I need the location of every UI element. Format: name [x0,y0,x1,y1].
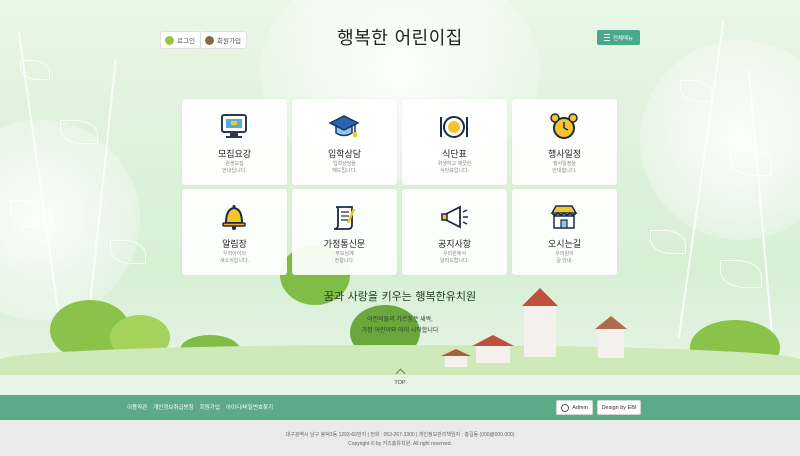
site-title[interactable]: 행복한 어린이집 [0,24,800,50]
card-desc: 위생하고 깨끗한 식단표입니다. [437,161,472,174]
card-desc: 원생모집 안내입니다. [222,161,247,174]
card-desc: 우리원의 길 안내. [555,251,574,264]
card-title: 가정통신문 [323,240,366,250]
card-title: 모집요강 [217,150,252,160]
megaphone-icon [441,205,468,229]
hamburger-icon [603,34,610,41]
design-by-button[interactable]: Design by EBI [597,400,641,415]
all-menu-label: 전체메뉴 [612,35,634,42]
card-desc: 입학상담을 해드립니다. [332,161,357,174]
card-newsletter[interactable]: 가정통신문 부모님께 전합니다. [292,189,397,275]
footer-info: 대구광역시 남구 봉덕3동 1293-60번지 | 전화 : 053-267-3… [0,420,800,456]
card-notice-book[interactable]: 알림장 우리아이의 새소식입니다. [182,189,287,275]
quick-menu-grid: 모집요강 원생모집 안내입니다. 입학상담 입학상담을 해드립니다. 식단표 위생하… [182,99,618,275]
plate-icon [440,116,468,138]
card-menu[interactable]: 식단표 위생하고 깨끗한 식단표입니다. [402,99,507,185]
footer-address: 대구광역시 남구 봉덕3동 1293-60번지 | 전화 : 053-267-3… [285,432,515,438]
footer-link-join[interactable]: 회원가입 [200,403,220,411]
card-title: 식단표 [442,150,467,160]
alarm-clock-icon [550,113,578,139]
card-desc: 부모님께 전합니다. [334,251,355,264]
scroll-icon [333,206,356,230]
card-directions[interactable]: 오시는길 우리원의 길 안내. [512,189,617,275]
monitor-icon [221,114,247,138]
gear-icon [561,403,570,412]
card-title: 알림장 [222,240,247,250]
top-bar: 로그인 회원가입 행복한 어린이집 전체메뉴 [0,0,800,80]
card-title: 행사일정 [547,150,582,160]
hero-subtext-1: 어린이들의 가르침은 새싹, [367,317,433,323]
hero-subtext-2: 가정 어린이와 아이 시작합니다 [361,328,439,334]
card-events[interactable]: 행사일정 행사일정을 안내합니다. [512,99,617,185]
all-menu-button[interactable]: 전체메뉴 [597,30,640,45]
footer-copyright: Copyright © by 키즈홈유치원. All right reserve… [348,441,452,447]
hero-slogan: 꿈과 사랑을 키우는 행복한유치원 [323,290,477,303]
shop-icon [550,205,578,229]
card-desc: 우리원에서 알려드립니다. [440,251,469,264]
scroll-top-button[interactable]: TOP [386,366,414,388]
footer-link-find-account[interactable]: 아이디/비밀번호찾기 [226,403,273,411]
card-title: 오시는길 [547,240,582,250]
admin-button[interactable]: Admin [556,400,593,415]
card-desc: 우리아이의 새소식입니다. [220,251,249,264]
card-title: 공지사항 [437,240,472,250]
footer-link-terms[interactable]: 이용약관 [127,403,147,411]
footer-links: 이용약관 개인정보취급방침 회원가입 아이디/비밀번호찾기 [127,403,273,411]
card-title: 입학상담 [327,150,362,160]
footer-link-privacy[interactable]: 개인정보취급방침 [153,403,193,411]
footer-nav: 이용약관 개인정보취급방침 회원가입 아이디/비밀번호찾기 Admin Desi… [0,395,800,420]
top-label: TOP [394,380,406,386]
card-announcements[interactable]: 공지사항 우리원에서 알려드립니다. [402,189,507,275]
design-label: Design by EBI [601,404,637,411]
admin-label: Admin [572,404,588,411]
graduation-cap-icon [328,115,360,137]
bell-icon [222,205,246,230]
card-desc: 행사일정을 안내합니다. [552,161,577,174]
card-consult[interactable]: 입학상담 입학상담을 해드립니다. [292,99,397,185]
card-recruitment[interactable]: 모집요강 원생모집 안내입니다. [182,99,287,185]
chevron-up-icon [395,368,405,379]
